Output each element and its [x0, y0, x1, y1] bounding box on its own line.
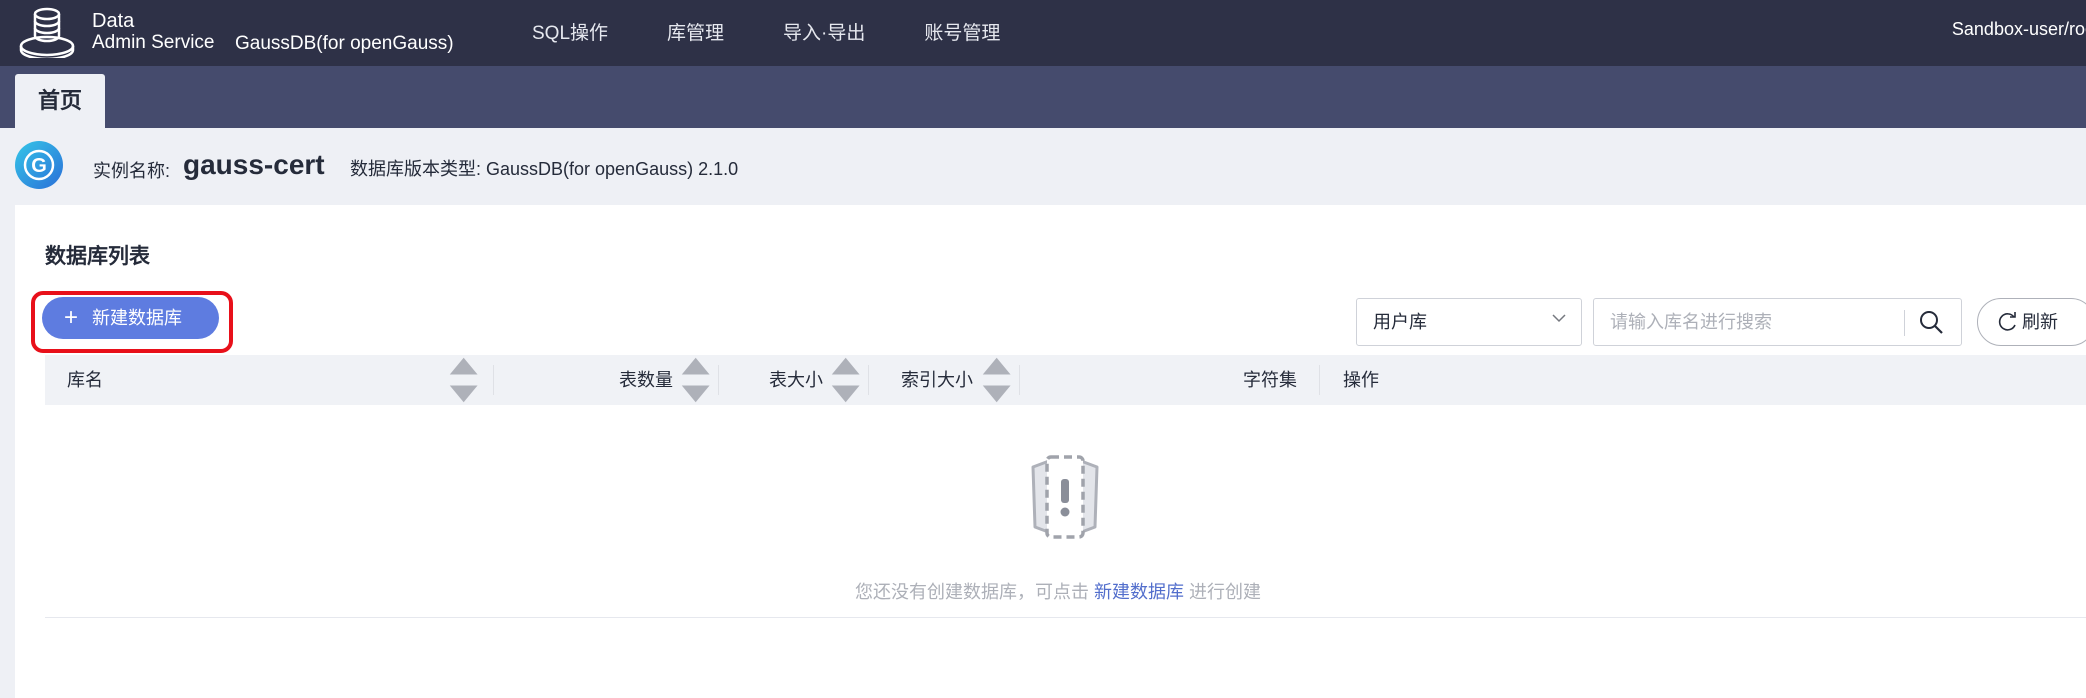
column-table-count-label: 表数量 [619, 370, 673, 390]
database-type-select[interactable]: 用户库 [1356, 298, 1582, 346]
main-nav: SQL操作 库管理 导入·导出 账号管理 [532, 18, 1059, 45]
gauss-instance-icon: G [15, 141, 63, 189]
brand-line2: Admin Service [92, 32, 215, 53]
tab-bar: 首页 [0, 66, 2086, 128]
svg-text:G: G [31, 155, 47, 177]
empty-state-message: 您还没有创建数据库，可点击 新建数据库 进行创建 [855, 578, 1261, 604]
column-divider [1019, 365, 1020, 395]
column-header-index-size[interactable]: 索引大小 [901, 355, 973, 405]
column-header-name[interactable]: 库名 [67, 355, 103, 405]
refresh-icon [1998, 312, 2016, 331]
search-icon[interactable] [1918, 309, 1944, 335]
column-actions-label: 操作 [1343, 370, 1379, 390]
nav-import-export[interactable]: 导入·导出 [783, 18, 865, 45]
column-name-label: 库名 [67, 370, 103, 390]
db-list-card: 数据库列表 +新建数据库 用户库 刷新 库名 表数 [15, 205, 2086, 698]
section-title: 数据库列表 [45, 245, 150, 268]
column-divider [868, 365, 869, 395]
refresh-button[interactable]: 刷新 [1977, 298, 2086, 346]
table-bottom-border [45, 617, 2086, 618]
sort-icon[interactable] [447, 355, 480, 405]
instance-version: 数据库版本类型: GaussDB(for openGauss) 2.1.0 [350, 159, 739, 179]
nav-db-management[interactable]: 库管理 [667, 18, 724, 45]
column-divider [1319, 365, 1320, 395]
create-database-link[interactable]: 新建数据库 [1094, 582, 1184, 602]
plus-icon: + [64, 304, 79, 331]
empty-state-icon [1031, 455, 1099, 539]
column-divider [493, 365, 494, 395]
tab-home[interactable]: 首页 [15, 74, 105, 128]
instance-name: gauss-cert [183, 149, 325, 180]
user-menu[interactable]: Sandbox-user/root [1952, 19, 2086, 40]
chevron-down-icon [1552, 314, 1566, 323]
empty-suffix: 进行创建 [1184, 582, 1262, 602]
column-header-charset: 字符集 [1243, 355, 1297, 405]
nav-sql[interactable]: SQL操作 [532, 18, 608, 45]
search-box [1593, 298, 1962, 346]
create-database-label: 新建数据库 [92, 308, 183, 328]
brand-line1: Data [92, 10, 135, 32]
search-input[interactable] [1610, 299, 1900, 345]
column-divider [718, 365, 719, 395]
column-header-actions: 操作 [1343, 355, 1379, 405]
column-header-table-count[interactable]: 表数量 [619, 355, 673, 405]
search-divider [1904, 310, 1905, 336]
column-header-table-size[interactable]: 表大小 [769, 355, 823, 405]
empty-prefix: 您还没有创建数据库，可点击 [855, 582, 1094, 602]
select-value: 用户库 [1373, 312, 1427, 332]
product-name: GaussDB(for openGauss) [235, 33, 454, 54]
sort-icon[interactable] [679, 355, 712, 405]
top-navbar: Data Admin Service GaussDB(for openGauss… [0, 0, 2086, 66]
column-index-size-label: 索引大小 [901, 370, 973, 390]
sort-icon[interactable] [980, 355, 1013, 405]
column-table-size-label: 表大小 [769, 370, 823, 390]
table-header: 库名 表数量 表大小 索引大小 字符集 操作 [45, 355, 2086, 405]
brand: Data Admin Service [92, 10, 215, 54]
sort-icon[interactable] [829, 355, 862, 405]
instance-name-label: 实例名称: [93, 161, 171, 181]
database-logo-icon [19, 7, 75, 58]
create-database-button[interactable]: + 新建数据库 [42, 297, 219, 339]
nav-account-management[interactable]: 账号管理 [924, 18, 1000, 45]
column-charset-label: 字符集 [1243, 370, 1297, 390]
refresh-label: 刷新 [2022, 312, 2058, 332]
